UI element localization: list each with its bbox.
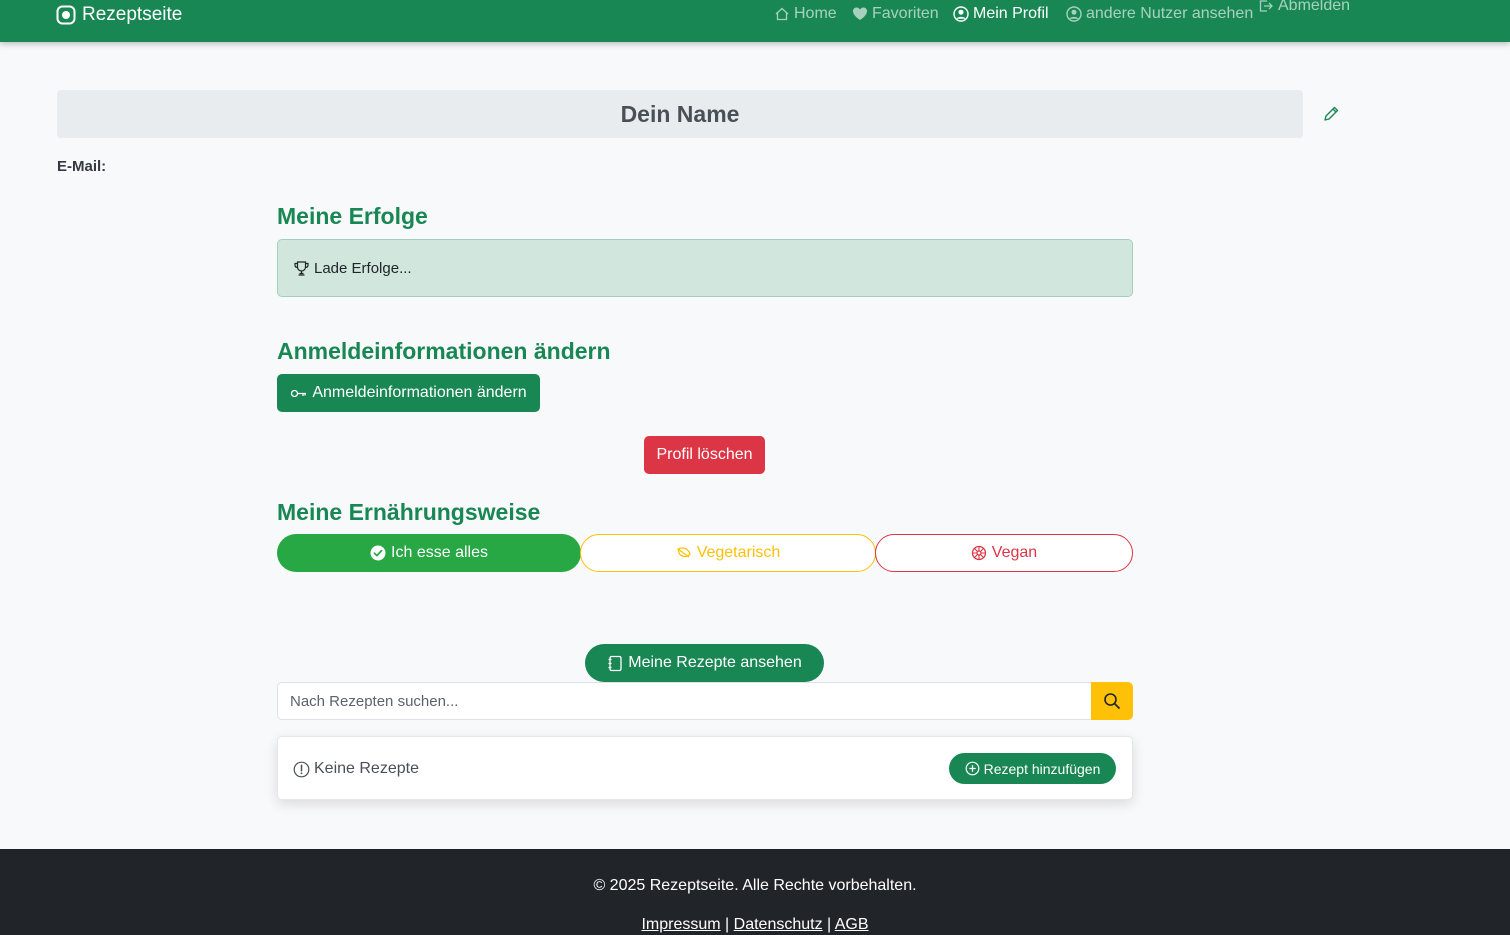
profile-name-text: Dein Name	[620, 100, 740, 127]
brand-name: Rezeptseite	[82, 4, 183, 25]
delete-profile-button[interactable]: Profil löschen	[644, 436, 765, 474]
person-circle-icon	[1066, 6, 1082, 22]
footer-link-datenschutz[interactable]: Datenschutz	[734, 916, 823, 933]
person-circle-icon	[953, 6, 969, 22]
view-my-recipes-label: Meine Rezepte ansehen	[628, 654, 802, 671]
nav-abmelden[interactable]: Abmelden	[1258, 0, 1350, 15]
plus-circle-icon	[965, 761, 980, 776]
footer-links: Impressum | Datenschutz | AGB	[0, 916, 1510, 934]
profile-name: Dein Name	[57, 90, 1303, 138]
check-circle-icon	[370, 545, 386, 561]
recipes-card: Keine Rezepte Rezept hinzufügen	[277, 736, 1133, 800]
nav-andere-nutzer-label: andere Nutzer ansehen	[1086, 5, 1254, 22]
pencil-icon[interactable]	[1322, 105, 1340, 123]
brand-logo-icon	[56, 5, 76, 25]
delete-profile-label: Profil löschen	[656, 446, 753, 463]
key-icon	[291, 389, 307, 397]
search-button[interactable]	[1091, 682, 1133, 720]
footer: © 2025 Rezeptseite. Alle Rechte vorbehal…	[0, 849, 1510, 935]
view-my-recipes-button[interactable]: Meine Rezepte ansehen	[585, 644, 824, 682]
nav-andere-nutzer[interactable]: andere Nutzer ansehen	[1066, 5, 1253, 23]
diet-option-vegan[interactable]: Vegan	[875, 534, 1133, 572]
brand-link[interactable]: Rezeptseite	[56, 4, 182, 26]
footer-link-impressum[interactable]: Impressum	[641, 916, 720, 933]
achievements-alert: Lade Erfolge...	[277, 239, 1133, 297]
nav-home-label: Home	[794, 5, 837, 22]
trophy-icon	[294, 260, 309, 276]
nav-abmelden-label: Abmelden	[1278, 0, 1351, 14]
journal-icon	[608, 655, 622, 671]
nav-favoriten[interactable]: Favoriten	[852, 5, 939, 23]
credentials-title: Anmeldeinformationen ändern	[277, 338, 611, 364]
diet-title: Meine Ernährungsweise	[277, 499, 541, 525]
diet-option-alles-label: Ich esse alles	[391, 544, 488, 561]
no-recipes-text: Keine Rezepte	[314, 760, 419, 777]
search-icon	[1104, 693, 1120, 709]
navbar: Rezeptseite Home Favoriten Mein Profil a…	[0, 0, 1510, 42]
achievements-loading-text: Lade Erfolge...	[314, 259, 412, 277]
house-icon	[775, 7, 789, 21]
nav-favoriten-label: Favoriten	[872, 5, 939, 22]
copyright-text: © 2025 Rezeptseite. Alle Rechte vorbehal…	[593, 877, 917, 894]
nav-mein-profil[interactable]: Mein Profil	[953, 5, 1049, 23]
flower-icon	[971, 545, 986, 561]
email-label: E-Mail:	[57, 158, 107, 175]
exclamation-circle-icon	[293, 761, 310, 777]
change-credentials-label: Anmeldeinformationen ändern	[312, 384, 527, 401]
diet-option-vegan-label: Vegan	[991, 544, 1038, 561]
add-recipe-label: Rezept hinzufügen	[983, 760, 1101, 777]
change-credentials-button[interactable]: Anmeldeinformationen ändern	[277, 374, 540, 412]
diet-option-alles[interactable]: Ich esse alles	[277, 534, 581, 572]
nav-mein-profil-label: Mein Profil	[973, 5, 1049, 22]
diet-option-vegetarisch[interactable]: Vegetarisch	[580, 534, 876, 572]
leaf-icon	[677, 547, 691, 558]
footer-link-agb[interactable]: AGB	[835, 916, 869, 933]
diet-option-vegetarisch-label: Vegetarisch	[696, 544, 781, 561]
footer-separator: |	[725, 916, 730, 933]
recipe-search	[277, 682, 1133, 720]
box-arrow-right-icon	[1259, 0, 1273, 12]
achievements-title: Meine Erfolge	[277, 203, 428, 229]
nav-home[interactable]: Home	[774, 5, 837, 23]
add-recipe-button[interactable]: Rezept hinzufügen	[949, 753, 1116, 784]
no-recipes-message: Keine Rezepte	[293, 737, 419, 801]
footer-separator: |	[827, 916, 832, 933]
recipe-search-input[interactable]	[277, 682, 1091, 720]
heart-icon	[853, 7, 867, 20]
